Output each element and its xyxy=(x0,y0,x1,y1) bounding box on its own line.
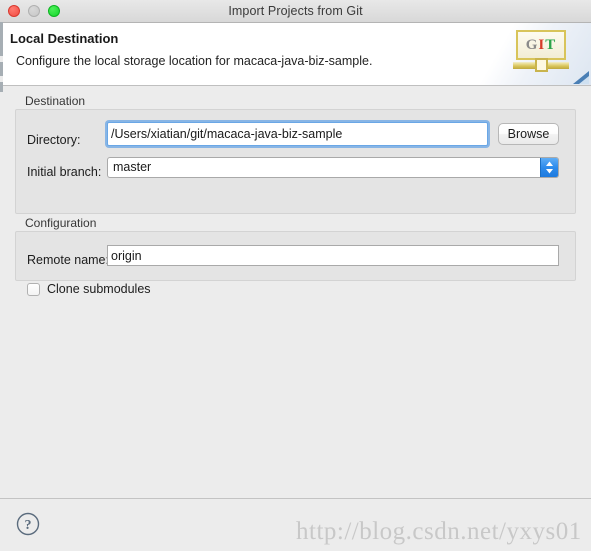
page-description: Configure the local storage location for… xyxy=(16,54,373,68)
help-question-icon[interactable]: ? xyxy=(16,512,40,536)
title-bar: Import Projects from Git xyxy=(0,0,591,23)
browse-button[interactable]: Browse xyxy=(498,123,559,145)
initial-branch-value: master xyxy=(113,160,152,174)
directory-label: Directory: xyxy=(27,133,81,147)
maximize-button[interactable] xyxy=(48,5,60,17)
configuration-group-label: Configuration xyxy=(25,216,97,230)
wizard-header: Local Destination Configure the local st… xyxy=(0,23,591,86)
clone-submodules-label: Clone submodules xyxy=(47,282,151,296)
git-logo: GIT xyxy=(513,29,569,77)
page-title: Local Destination xyxy=(10,31,119,46)
close-button[interactable] xyxy=(8,5,20,17)
chevron-down-icon xyxy=(546,169,553,174)
window-title: Import Projects from Git xyxy=(228,4,363,18)
dialog-body: Destination Directory: Browse Initial br… xyxy=(0,86,591,499)
clone-submodules-row[interactable]: Clone submodules xyxy=(27,282,151,296)
directory-input[interactable] xyxy=(107,122,488,146)
chevron-up-icon xyxy=(546,161,553,166)
git-logo-letter-t: T xyxy=(545,36,557,53)
dialog-window: Import Projects from Git Local Destinati… xyxy=(0,0,591,551)
clone-submodules-checkbox[interactable] xyxy=(27,282,40,296)
window-controls xyxy=(8,0,60,22)
header-corner-triangle-inner-icon xyxy=(579,76,589,84)
minimize-button[interactable] xyxy=(28,5,40,17)
svg-text:?: ? xyxy=(25,518,32,533)
destination-group-label: Destination xyxy=(25,94,86,108)
combo-stepper-button[interactable] xyxy=(540,158,558,177)
initial-branch-label: Initial branch: xyxy=(27,165,102,179)
window-left-edge xyxy=(0,22,3,497)
remote-name-label: Remote name: xyxy=(27,253,109,267)
git-logo-plate: GIT xyxy=(516,30,566,60)
git-logo-letter-i: I xyxy=(538,36,546,53)
initial-branch-combo[interactable]: master xyxy=(107,157,559,178)
git-logo-knob xyxy=(535,58,548,72)
remote-name-input[interactable] xyxy=(107,245,559,266)
git-logo-letter-g: G xyxy=(525,36,539,53)
dialog-footer: ? < Back Next > Cancel Finish xyxy=(0,499,591,551)
